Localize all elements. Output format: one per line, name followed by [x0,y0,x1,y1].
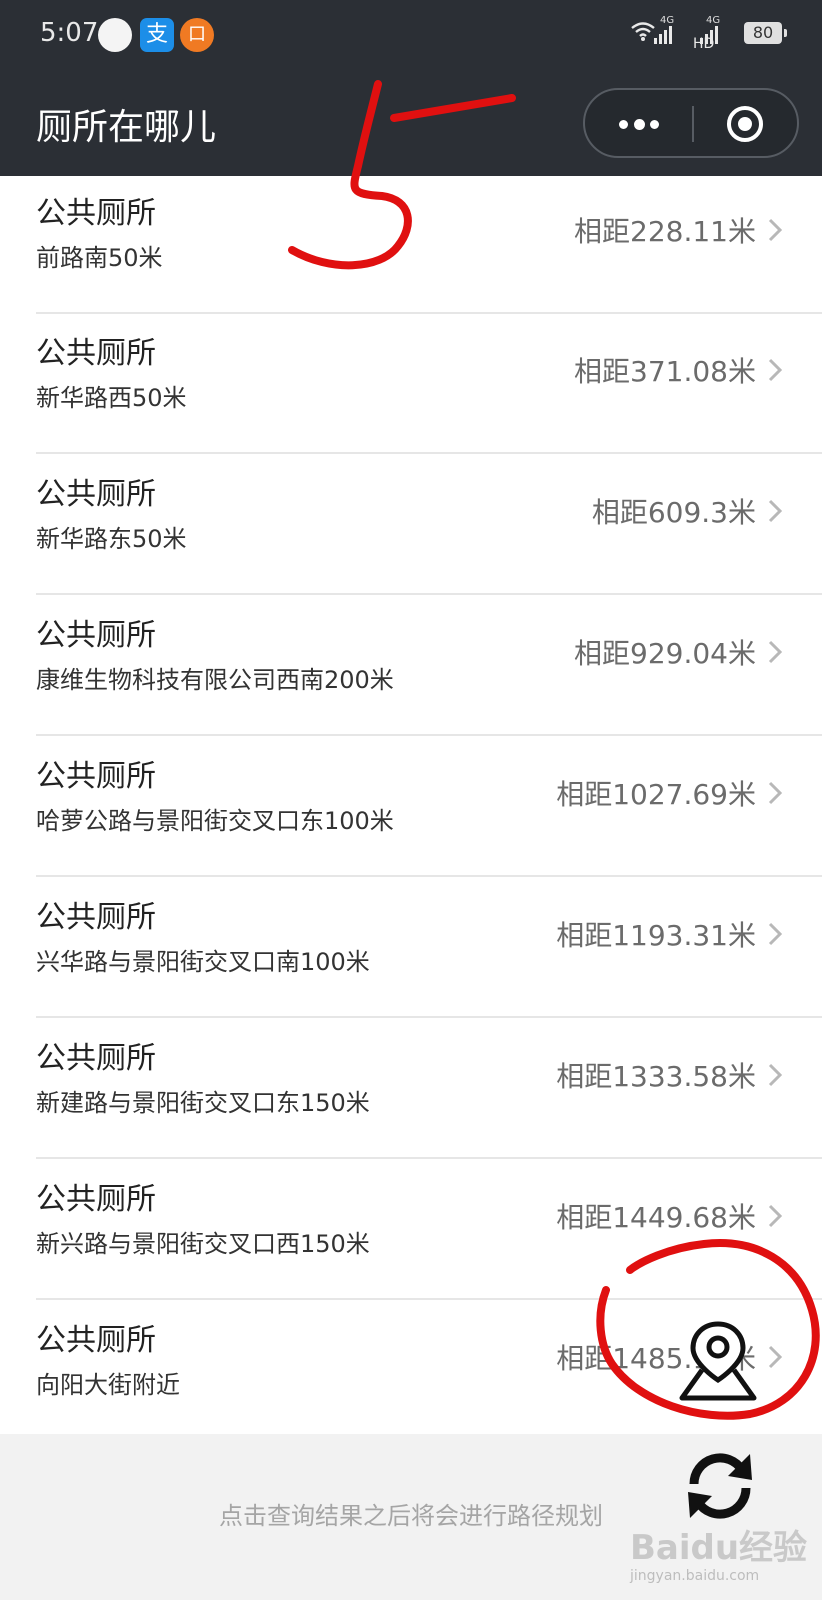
list-item-name: 公共厕所 [36,1182,156,1217]
more-button[interactable] [585,90,692,156]
list-item-distance: 相距929.04米 [574,637,756,670]
page-title: 厕所在哪儿 [36,107,217,148]
list-item-distance: 相距1449.68米 [556,1201,756,1234]
chevron-right-icon [768,1204,782,1228]
list-item-address: 新建路与景阳街交叉口东150米 [36,1089,370,1117]
list-item-distance: 相距228.11米 [574,215,756,248]
chevron-right-icon [768,922,782,946]
list-item-address: 前路南50米 [36,244,163,272]
locate-me-button[interactable] [676,1318,760,1402]
list-item[interactable]: 公共厕所 哈萝公路与景阳街交叉口东100米 相距1027.69米 [0,737,822,877]
list-item-name: 公共厕所 [36,1041,156,1076]
list-item-address: 康维生物科技有限公司西南200米 [36,666,394,694]
chevron-right-icon [768,1345,782,1369]
list-item-address: 新兴路与景阳街交叉口西150米 [36,1230,370,1258]
list-item-distance: 相距1193.31米 [556,919,756,952]
list-item[interactable]: 公共厕所 新建路与景阳街交叉口东150米 相距1333.58米 [0,1019,822,1159]
divider [36,452,822,454]
list-item[interactable]: 公共厕所 康维生物科技有限公司西南200米 相距929.04米 [0,596,822,736]
list-item[interactable]: 公共厕所 兴华路与景阳街交叉口南100米 相距1193.31米 [0,878,822,1018]
list-item-name: 公共厕所 [36,618,156,653]
list-item-address: 新华路东50米 [36,525,187,553]
list-item-distance: 相距1027.69米 [556,778,756,811]
network-type-label: 4G [660,15,675,26]
baidu-watermark: Baidu经验 [630,1528,808,1568]
more-dot-icon [650,120,659,129]
alipay-icon: 支 [140,18,174,52]
list-item-name: 公共厕所 [36,196,156,231]
chevron-right-icon [768,499,782,523]
divider [36,1157,822,1159]
wifi-icon [631,22,655,41]
divider [36,593,822,595]
list-item-address: 向阳大街附近 [36,1371,180,1399]
list-item-name: 公共厕所 [36,336,156,371]
list-item-name: 公共厕所 [36,477,156,512]
app-badge-icon: 口 [180,18,214,52]
close-miniprogram-button[interactable] [725,104,765,144]
list-item-address: 兴华路与景阳街交叉口南100米 [36,948,370,976]
miniprogram-capsule [583,88,799,158]
divider [36,875,822,877]
list-item-address: 哈萝公路与景阳街交叉口东100米 [36,807,394,835]
toilet-list: 公共厕所 前路南50米 相距228.11米 公共厕所 新华路西50米 相距371… [0,176,822,1434]
list-item-address: 新华路西50米 [36,384,187,412]
chevron-right-icon [768,781,782,805]
more-dot-icon [634,119,645,130]
battery-icon: 80 [744,22,787,44]
list-item-distance: 相距371.08米 [574,355,756,388]
divider [36,1016,822,1018]
notification-dot-icon [98,18,132,52]
list-item[interactable]: 公共厕所 新华路西50米 相距371.08米 [0,314,822,454]
list-item-distance: 相距609.3米 [591,496,756,529]
list-item-name: 公共厕所 [36,759,156,794]
network-type-label: 4G [706,15,721,26]
divider [36,734,822,736]
list-item[interactable]: 公共厕所 前路南50米 相距228.11米 [0,174,822,314]
divider [36,1298,822,1300]
signal-icon: 4G [700,16,720,44]
nav-bar: 厕所在哪儿 [0,70,822,176]
refresh-button[interactable] [680,1446,760,1526]
list-item[interactable]: 公共厕所 新华路东50米 相距609.3米 [0,455,822,595]
list-item-name: 公共厕所 [36,900,156,935]
list-item-name: 公共厕所 [36,1323,156,1358]
chevron-right-icon [768,218,782,242]
list-item[interactable]: 公共厕所 新兴路与景阳街交叉口西150米 相距1449.68米 [0,1160,822,1300]
status-time: 5:07 [40,18,99,48]
list-item-distance: 相距1333.58米 [556,1060,756,1093]
more-dot-icon [619,120,628,129]
chevron-right-icon [768,640,782,664]
baidu-watermark-url: jingyan.baidu.com [630,1568,760,1584]
capsule-divider [692,106,694,142]
signal-icon: 4G [654,16,674,44]
chevron-right-icon [768,358,782,382]
status-bar: 5:07 支 口 4G HD 4G 80 [0,0,822,70]
chevron-right-icon [768,1063,782,1087]
